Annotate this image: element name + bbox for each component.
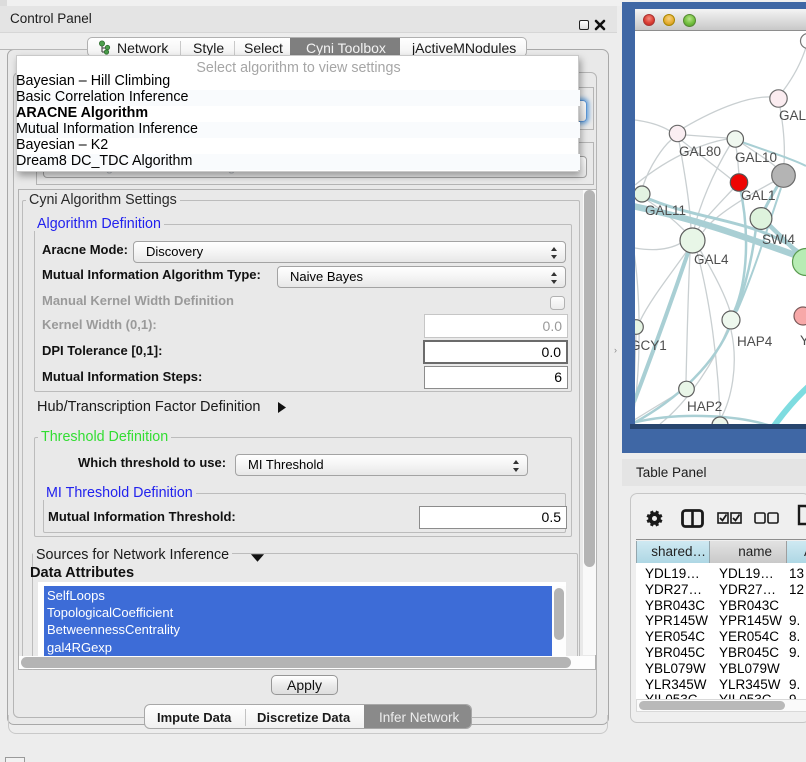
- svg-text:GAL10: GAL10: [735, 150, 777, 165]
- svg-text:GAL: GAL: [779, 108, 806, 123]
- svg-text:GAL4: GAL4: [694, 252, 729, 267]
- svg-text:GAL11: GAL11: [645, 203, 686, 218]
- svg-text:SWI4: SWI4: [762, 232, 795, 247]
- svg-text:Y: Y: [800, 333, 806, 348]
- svg-text:HAP4: HAP4: [737, 334, 773, 349]
- svg-text:GAL80: GAL80: [679, 144, 721, 159]
- svg-text:GAL1: GAL1: [741, 188, 776, 203]
- svg-text:GCY1: GCY1: [635, 338, 667, 353]
- svg-text:HAP2: HAP2: [687, 399, 722, 414]
